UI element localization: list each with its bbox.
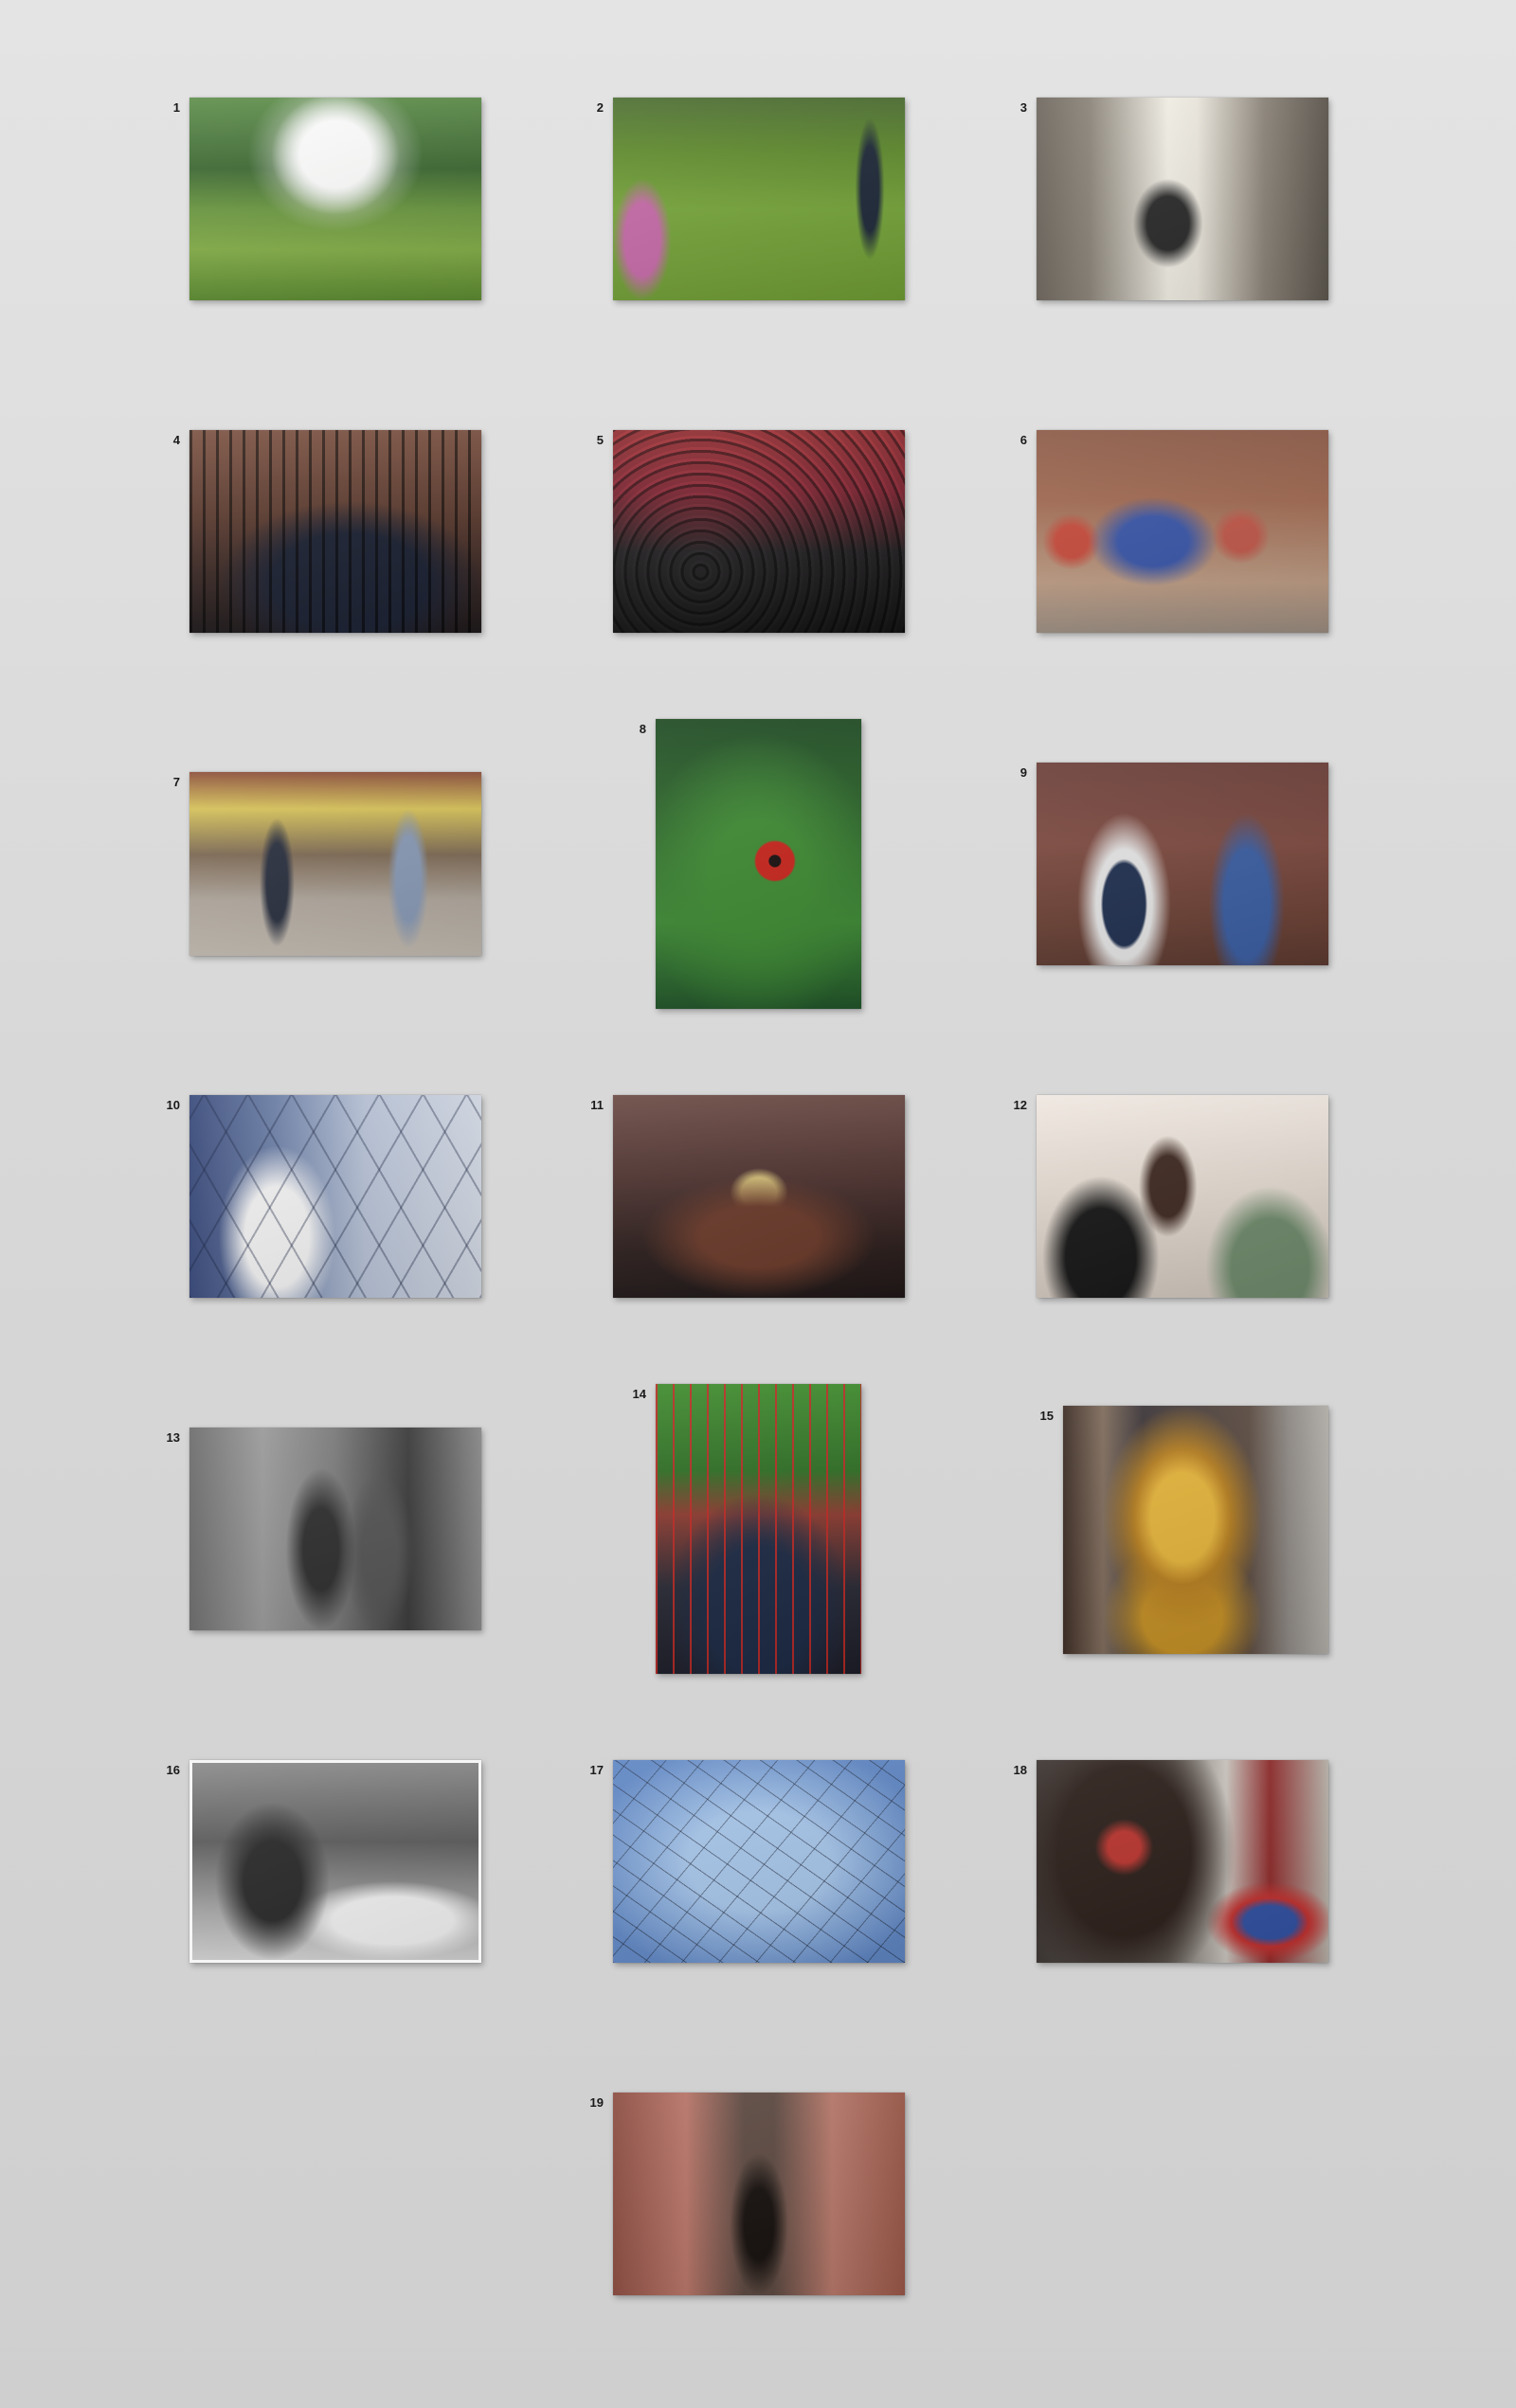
photo-number: 18 — [1013, 1763, 1027, 1777]
photo-thumbnail[interactable] — [190, 1760, 481, 1963]
photo-item-5: 5 — [597, 430, 905, 633]
photo-number: 7 — [172, 775, 180, 789]
photo-thumbnail[interactable] — [656, 1384, 861, 1674]
photo-item-6: 6 — [1020, 430, 1328, 633]
photo-thumbnail[interactable] — [1037, 1760, 1328, 1963]
photo-item-1: 1 — [173, 98, 481, 300]
photo-item-15: 15 — [1040, 1406, 1328, 1654]
photo-item-4: 4 — [173, 430, 481, 633]
photo-number: 11 — [590, 1098, 604, 1112]
photo-item-11: 11 — [590, 1095, 905, 1298]
photo-item-16: 16 — [167, 1760, 481, 1963]
photo-number: 17 — [589, 1763, 604, 1777]
photo-number: 10 — [166, 1098, 180, 1112]
photo-number: 5 — [596, 433, 604, 447]
photo-thumbnail[interactable] — [613, 430, 905, 633]
photo-number: 2 — [596, 100, 604, 115]
photo-thumbnail[interactable] — [1037, 430, 1328, 633]
photo-item-9: 9 — [1020, 763, 1328, 965]
photo-item-18: 18 — [1014, 1760, 1328, 1963]
photo-thumbnail[interactable] — [190, 98, 481, 300]
photo-thumbnail[interactable] — [190, 430, 481, 633]
photo-item-3: 3 — [1020, 98, 1328, 300]
photo-number: 9 — [1020, 765, 1027, 780]
photo-number: 4 — [172, 433, 180, 447]
photo-thumbnail[interactable] — [190, 772, 481, 956]
photo-thumbnail[interactable] — [190, 1428, 481, 1630]
photo-number: 3 — [1020, 100, 1027, 115]
photo-number: 14 — [632, 1387, 646, 1401]
photo-item-19: 19 — [590, 2093, 905, 2295]
photo-item-2: 2 — [597, 98, 905, 300]
photo-number: 16 — [166, 1763, 180, 1777]
photo-thumbnail[interactable] — [190, 1095, 481, 1298]
photo-item-17: 17 — [590, 1760, 905, 1963]
photo-item-10: 10 — [167, 1095, 481, 1298]
photo-thumbnail[interactable] — [656, 719, 861, 1009]
photo-thumbnail[interactable] — [1037, 1095, 1328, 1298]
photo-thumbnail[interactable] — [1063, 1406, 1328, 1654]
photo-thumbnail[interactable] — [1037, 763, 1328, 965]
photo-number: 15 — [1039, 1409, 1054, 1423]
photo-number: 13 — [166, 1430, 180, 1445]
photo-item-13: 13 — [167, 1428, 481, 1630]
photo-number: 12 — [1013, 1098, 1027, 1112]
photo-item-12: 12 — [1014, 1095, 1328, 1298]
photo-item-14: 14 — [633, 1384, 861, 1674]
photo-number: 8 — [639, 722, 646, 736]
photo-number: 19 — [589, 2095, 604, 2110]
photo-item-7: 7 — [173, 772, 481, 956]
photo-number: 6 — [1020, 433, 1027, 447]
photo-item-8: 8 — [640, 719, 861, 1009]
photo-thumbnail[interactable] — [613, 2093, 905, 2295]
photo-thumbnail[interactable] — [1037, 98, 1328, 300]
photo-thumbnail[interactable] — [613, 1095, 905, 1298]
photo-thumbnail[interactable] — [613, 1760, 905, 1963]
photo-thumbnail[interactable] — [613, 98, 905, 300]
photo-number: 1 — [172, 100, 180, 115]
